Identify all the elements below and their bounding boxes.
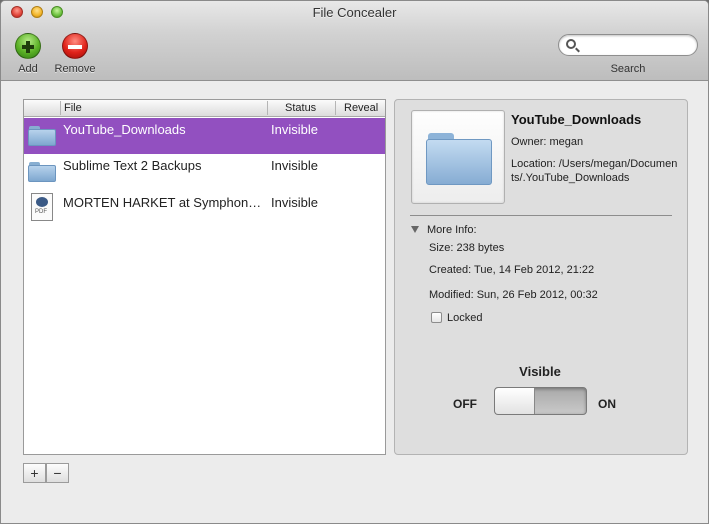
more-info-label: More Info: xyxy=(427,224,477,236)
search-field[interactable] xyxy=(558,34,698,56)
file-preview xyxy=(411,110,505,204)
info-size: Size: 238 bytes xyxy=(429,242,505,254)
file-name: YouTube_Downloads xyxy=(63,122,186,137)
add-button[interactable]: Add xyxy=(13,33,43,75)
file-name: MORTEN HARKET at Symphon… xyxy=(63,195,262,210)
locked-label: Locked xyxy=(447,312,483,324)
toolbar: File Concealer Add Remove Search xyxy=(1,1,708,81)
window-title: File Concealer xyxy=(312,5,397,20)
divider xyxy=(410,215,672,216)
search-input[interactable] xyxy=(581,37,691,53)
remove-icon xyxy=(62,33,88,59)
folder-icon xyxy=(28,124,56,146)
list-remove-button[interactable]: − xyxy=(46,463,69,483)
column-header-reveal[interactable]: Reveal xyxy=(344,102,378,114)
folder-icon xyxy=(426,133,492,185)
app-window: File Concealer Add Remove Search File St… xyxy=(0,0,709,524)
search-icon xyxy=(566,39,576,49)
info-location: Location: /Users/megan/Documents/.YouTub… xyxy=(511,158,678,184)
folder-icon xyxy=(28,160,56,182)
search-label: Search xyxy=(610,63,646,75)
file-status: Invisible xyxy=(271,122,318,137)
info-panel: YouTube_Downloads Owner: megan Location:… xyxy=(394,99,688,455)
column-header-status[interactable]: Status xyxy=(285,102,316,114)
add-button-label: Add xyxy=(18,63,38,75)
toggle-knob[interactable] xyxy=(495,388,535,414)
off-label: OFF xyxy=(453,397,477,411)
pdf-document-icon: PDF xyxy=(28,193,53,225)
checkbox-icon[interactable] xyxy=(431,312,442,323)
remove-button[interactable]: Remove xyxy=(53,33,97,75)
more-info-disclosure[interactable]: More Info: xyxy=(411,224,477,236)
info-modified: Modified: Sun, 26 Feb 2012, 00:32 xyxy=(429,289,598,301)
visibility-toggle[interactable] xyxy=(494,387,587,415)
info-created: Created: Tue, 14 Feb 2012, 21:22 xyxy=(429,264,595,276)
file-status: Invisible xyxy=(271,158,318,173)
visible-label: Visible xyxy=(519,364,561,379)
disclosure-triangle-icon[interactable] xyxy=(411,226,419,233)
list-item[interactable]: YouTube_Downloads Invisible xyxy=(24,118,385,154)
list-header: File Status Reveal xyxy=(24,100,385,117)
file-name: Sublime Text 2 Backups xyxy=(63,158,202,173)
locked-checkbox[interactable]: Locked xyxy=(431,312,482,324)
remove-button-label: Remove xyxy=(54,63,96,75)
list-item[interactable]: Sublime Text 2 Backups Invisible xyxy=(24,154,385,190)
info-file-name: YouTube_Downloads xyxy=(511,112,642,127)
file-list[interactable]: File Status Reveal YouTube_Downloads Inv… xyxy=(23,99,386,455)
column-header-file[interactable]: File xyxy=(64,102,82,114)
list-add-button[interactable]: + xyxy=(23,463,46,483)
add-icon xyxy=(15,33,41,59)
file-status: Invisible xyxy=(271,195,318,210)
on-label: ON xyxy=(598,397,616,411)
list-item[interactable]: PDF MORTEN HARKET at Symphon… Invisible xyxy=(24,191,385,227)
info-owner: Owner: megan xyxy=(511,136,584,148)
